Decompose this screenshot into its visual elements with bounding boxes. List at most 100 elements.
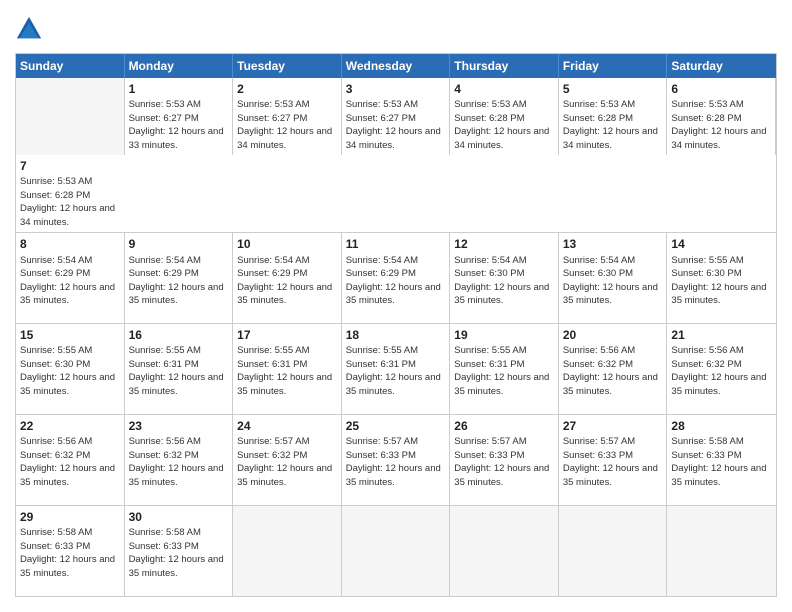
logo (15, 15, 47, 43)
day-number: 18 (346, 327, 446, 343)
calendar-cell: 26 Sunrise: 5:57 AMSunset: 6:33 PMDayligh… (450, 415, 559, 505)
cell-info: Sunrise: 5:54 AMSunset: 6:29 PMDaylight:… (237, 255, 332, 307)
cell-info: Sunrise: 5:56 AMSunset: 6:32 PMDaylight:… (671, 345, 766, 397)
calendar-cell: 11Sunrise: 5:54 AMSunset: 6:29 PMDayligh… (342, 233, 451, 323)
calendar-row: 29 Sunrise: 5:58 AMSunset: 6:33 PMDayligh… (16, 506, 776, 596)
day-number: 17 (237, 327, 337, 343)
cell-info: Sunrise: 5:55 AMSunset: 6:31 PMDaylight:… (454, 345, 549, 397)
header-day: Monday (125, 54, 234, 78)
day-number: 1 (129, 81, 229, 97)
calendar-cell: 28 Sunrise: 5:58 AMSunset: 6:33 PMDayligh… (667, 415, 776, 505)
calendar-cell: 14 Sunrise: 5:55 AMSunset: 6:30 PMDayligh… (667, 233, 776, 323)
calendar-cell: 7 Sunrise: 5:53 AMSunset: 6:28 PMDaylight… (16, 155, 125, 232)
cell-info: Sunrise: 5:55 AMSunset: 6:31 PMDaylight:… (129, 345, 224, 397)
calendar-cell: 2Sunrise: 5:53 AMSunset: 6:27 PMDaylight… (233, 78, 342, 155)
calendar: SundayMondayTuesdayWednesdayThursdayFrid… (15, 53, 777, 597)
cell-info: Sunrise: 5:58 AMSunset: 6:33 PMDaylight:… (20, 527, 115, 579)
cell-info: Sunrise: 5:56 AMSunset: 6:32 PMDaylight:… (563, 345, 658, 397)
cell-info: Sunrise: 5:58 AMSunset: 6:33 PMDaylight:… (129, 527, 224, 579)
day-number: 9 (129, 236, 229, 252)
calendar-cell: 24 Sunrise: 5:57 AMSunset: 6:32 PMDayligh… (233, 415, 342, 505)
calendar-row: 15 Sunrise: 5:55 AMSunset: 6:30 PMDayligh… (16, 324, 776, 415)
logo-icon (15, 15, 43, 43)
calendar-cell: 22 Sunrise: 5:56 AMSunset: 6:32 PMDayligh… (16, 415, 125, 505)
header-day: Saturday (667, 54, 776, 78)
day-number: 15 (20, 327, 120, 343)
calendar-row: 22 Sunrise: 5:56 AMSunset: 6:32 PMDayligh… (16, 415, 776, 506)
calendar-cell-empty (233, 506, 342, 596)
day-number: 28 (671, 418, 772, 434)
header-day: Thursday (450, 54, 559, 78)
cell-info: Sunrise: 5:56 AMSunset: 6:32 PMDaylight:… (20, 436, 115, 488)
cell-info: Sunrise: 5:54 AMSunset: 6:30 PMDaylight:… (454, 255, 549, 307)
cell-info: Sunrise: 5:55 AMSunset: 6:31 PMDaylight:… (237, 345, 332, 397)
header-day: Friday (559, 54, 668, 78)
calendar-cell: 1Sunrise: 5:53 AMSunset: 6:27 PMDaylight… (125, 78, 234, 155)
day-number: 16 (129, 327, 229, 343)
cell-info: Sunrise: 5:58 AMSunset: 6:33 PMDaylight:… (671, 436, 766, 488)
day-number: 4 (454, 81, 554, 97)
calendar-cell: 3 Sunrise: 5:53 AMSunset: 6:27 PMDaylight… (342, 78, 451, 155)
cell-info: Sunrise: 5:55 AMSunset: 6:30 PMDaylight:… (20, 345, 115, 397)
cell-info: Sunrise: 5:53 AMSunset: 6:27 PMDaylight:… (346, 99, 441, 151)
cell-info: Sunrise: 5:54 AMSunset: 6:29 PMDaylight:… (346, 255, 441, 307)
day-number: 21 (671, 327, 772, 343)
day-number: 29 (20, 509, 120, 525)
day-number: 2 (237, 81, 337, 97)
day-number: 24 (237, 418, 337, 434)
cell-info: Sunrise: 5:57 AMSunset: 6:33 PMDaylight:… (454, 436, 549, 488)
cell-info: Sunrise: 5:57 AMSunset: 6:33 PMDaylight:… (346, 436, 441, 488)
cell-info: Sunrise: 5:53 AMSunset: 6:28 PMDaylight:… (671, 99, 766, 151)
day-number: 23 (129, 418, 229, 434)
calendar-body: 1 Sunrise: 5:53 AMSunset: 6:27 PMDaylight… (16, 78, 776, 596)
cell-info: Sunrise: 5:56 AMSunset: 6:32 PMDaylight:… (129, 436, 224, 488)
cell-info: Sunrise: 5:53 AMSunset: 6:28 PMDaylight:… (20, 176, 115, 228)
calendar-cell: 15 Sunrise: 5:55 AMSunset: 6:30 PMDayligh… (16, 324, 125, 414)
cell-info: Sunrise: 5:55 AMSunset: 6:31 PMDaylight:… (346, 345, 441, 397)
day-number: 22 (20, 418, 120, 434)
header-day: Wednesday (342, 54, 451, 78)
calendar-cell: 4Sunrise: 5:53 AMSunset: 6:28 PMDaylight… (450, 78, 559, 155)
page: SundayMondayTuesdayWednesdayThursdayFrid… (0, 0, 792, 612)
calendar-row: 1 Sunrise: 5:53 AMSunset: 6:27 PMDaylight… (16, 78, 776, 233)
calendar-header: SundayMondayTuesdayWednesdayThursdayFrid… (16, 54, 776, 78)
day-number: 27 (563, 418, 663, 434)
cell-info: Sunrise: 5:57 AMSunset: 6:32 PMDaylight:… (237, 436, 332, 488)
header (15, 15, 777, 43)
day-number: 26 (454, 418, 554, 434)
calendar-cell-empty (342, 506, 451, 596)
calendar-cell: 17 Sunrise: 5:55 AMSunset: 6:31 PMDayligh… (233, 324, 342, 414)
calendar-cell-empty (559, 506, 668, 596)
calendar-cell-empty (16, 78, 125, 155)
day-number: 10 (237, 236, 337, 252)
day-number: 13 (563, 236, 663, 252)
day-number: 25 (346, 418, 446, 434)
calendar-cell: 10 Sunrise: 5:54 AMSunset: 6:29 PMDayligh… (233, 233, 342, 323)
cell-info: Sunrise: 5:57 AMSunset: 6:33 PMDaylight:… (563, 436, 658, 488)
header-day: Sunday (16, 54, 125, 78)
calendar-cell: 30Sunrise: 5:58 AMSunset: 6:33 PMDayligh… (125, 506, 234, 596)
cell-info: Sunrise: 5:53 AMSunset: 6:28 PMDaylight:… (563, 99, 658, 151)
day-number: 3 (346, 81, 446, 97)
day-number: 19 (454, 327, 554, 343)
day-number: 7 (20, 158, 121, 174)
calendar-cell: 20Sunrise: 5:56 AMSunset: 6:32 PMDayligh… (559, 324, 668, 414)
calendar-cell: 19 Sunrise: 5:55 AMSunset: 6:31 PMDayligh… (450, 324, 559, 414)
calendar-cell: 29 Sunrise: 5:58 AMSunset: 6:33 PMDayligh… (16, 506, 125, 596)
calendar-cell-empty (667, 506, 776, 596)
calendar-cell: 16 Sunrise: 5:55 AMSunset: 6:31 PMDayligh… (125, 324, 234, 414)
day-number: 8 (20, 236, 120, 252)
cell-info: Sunrise: 5:55 AMSunset: 6:30 PMDaylight:… (671, 255, 766, 307)
day-number: 14 (671, 236, 772, 252)
calendar-cell: 21 Sunrise: 5:56 AMSunset: 6:32 PMDayligh… (667, 324, 776, 414)
calendar-cell: 27 Sunrise: 5:57 AMSunset: 6:33 PMDayligh… (559, 415, 668, 505)
cell-info: Sunrise: 5:54 AMSunset: 6:29 PMDaylight:… (20, 255, 115, 307)
header-day: Tuesday (233, 54, 342, 78)
day-number: 12 (454, 236, 554, 252)
calendar-cell: 9Sunrise: 5:54 AMSunset: 6:29 PMDaylight… (125, 233, 234, 323)
calendar-cell-empty (450, 506, 559, 596)
cell-info: Sunrise: 5:54 AMSunset: 6:30 PMDaylight:… (563, 255, 658, 307)
calendar-cell: 5Sunrise: 5:53 AMSunset: 6:28 PMDaylight… (559, 78, 668, 155)
calendar-cell: 13 Sunrise: 5:54 AMSunset: 6:30 PMDayligh… (559, 233, 668, 323)
calendar-cell: 6Sunrise: 5:53 AMSunset: 6:28 PMDaylight… (667, 78, 776, 155)
